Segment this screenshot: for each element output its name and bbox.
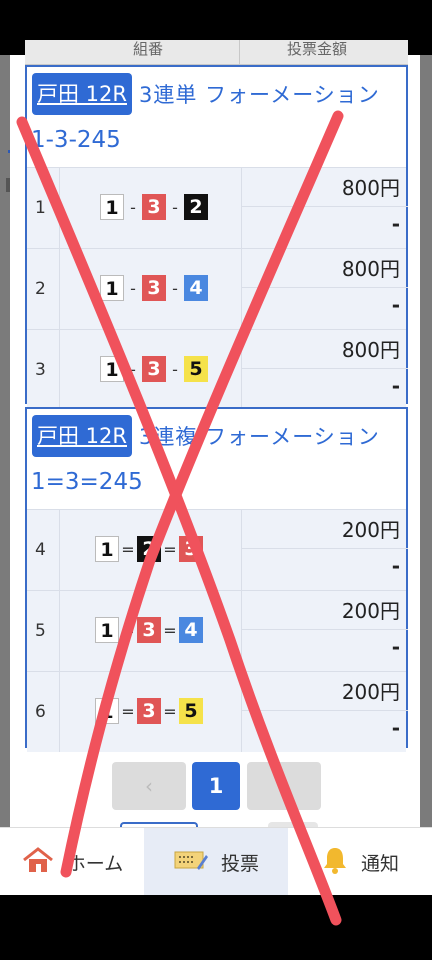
bottom-tab-bar: ホーム 投票 通知: [0, 827, 432, 896]
bet-amount: 800円: [341, 338, 400, 362]
separator: =: [121, 701, 135, 721]
pagination-prev-button[interactable]: ‹: [112, 762, 186, 810]
combination-boxes: 1 = 3 = 4: [95, 616, 203, 644]
boat-number: 4: [184, 275, 208, 301]
bet-amount: 800円: [341, 257, 400, 281]
boat-number: 3: [142, 275, 166, 301]
tab-vote[interactable]: 投票: [144, 828, 288, 896]
separator: -: [172, 359, 178, 379]
boat-number: 1: [100, 356, 124, 382]
payout-value: -: [391, 374, 400, 398]
ticket-pencil-icon: [173, 846, 209, 879]
separator: -: [130, 278, 136, 298]
boat-number: 2: [184, 194, 208, 220]
row-number: 1: [35, 198, 46, 218]
table-row: 6 1 = 3 = 5 200円 -: [27, 671, 408, 752]
payout-value: -: [391, 635, 400, 659]
bet-amount: 200円: [341, 518, 400, 542]
separator: -: [172, 197, 178, 217]
boat-number: 3: [142, 194, 166, 220]
table-row: 3 1 - 3 - 5 800円 -: [27, 329, 408, 410]
bet-combination: 1-3-245: [31, 127, 121, 153]
row-number: 3: [35, 360, 46, 380]
separator: -: [130, 359, 136, 379]
table-row: 5 1 = 3 = 4 200円 -: [27, 590, 408, 671]
tab-home-label: ホーム: [66, 852, 124, 875]
combination-boxes: 1 - 3 - 4: [100, 274, 208, 302]
boat-number: 1: [100, 275, 124, 301]
boat-number: 1: [95, 698, 119, 724]
table-row: 2 1 - 3 - 4 800円 -: [27, 248, 408, 329]
separator: =: [163, 701, 177, 721]
combination-boxes: 1 - 3 - 2: [100, 193, 208, 221]
system-navigation-area: [0, 895, 432, 960]
header-combo: 組番: [133, 40, 164, 58]
tab-notice-label: 通知: [360, 852, 399, 875]
separator: -: [172, 278, 178, 298]
bet-amount: 200円: [341, 599, 400, 623]
payout-value: -: [391, 212, 400, 236]
payout-value: -: [391, 716, 400, 740]
boat-number: 5: [179, 698, 203, 724]
boat-number: 1: [100, 194, 124, 220]
row-number: 4: [35, 540, 46, 560]
bet-group-header: 戸田 12R 3連単 フォーメーション 1-3-245: [27, 67, 406, 167]
boat-number: 5: [184, 356, 208, 382]
separator: =: [163, 620, 177, 640]
bell-icon: [321, 845, 349, 880]
boat-number: 3: [179, 536, 203, 562]
boat-number: 3: [142, 356, 166, 382]
tab-vote-label: 投票: [220, 852, 259, 875]
table-header: 組番 投票金額: [25, 40, 408, 65]
row-number: 2: [35, 279, 46, 299]
house-icon: [21, 846, 55, 879]
race-link[interactable]: 戸田 12R: [32, 73, 132, 115]
separator: =: [163, 539, 177, 559]
payout-value: -: [391, 293, 400, 317]
bet-type-title: 3連単 フォーメーション: [139, 83, 380, 107]
bet-amount: 200円: [341, 680, 400, 704]
bet-amount: 800円: [341, 176, 400, 200]
header-amount: 投票金額: [287, 40, 348, 58]
bet-group-sanrenpuku: 戸田 12R 3連複 フォーメーション 1=3=245 4 1 = 2 = 3 …: [25, 407, 408, 752]
bet-group-header: 戸田 12R 3連複 フォーメーション 1=3=245: [27, 409, 406, 509]
combination-boxes: 1 = 2 = 3: [95, 535, 203, 563]
payout-value: -: [391, 554, 400, 578]
combination-boxes: 1 - 3 - 5: [100, 355, 208, 383]
boat-number: 3: [137, 617, 161, 643]
row-number: 5: [35, 621, 46, 641]
boat-number: 3: [137, 698, 161, 724]
separator: =: [121, 620, 135, 640]
pagination-next-button[interactable]: ›: [247, 762, 321, 810]
table-row: 1 1 - 3 - 2 800円 -: [27, 167, 408, 248]
bet-combination: 1=3=245: [31, 469, 143, 495]
boat-number: 1: [95, 536, 119, 562]
boat-number: 2: [137, 536, 161, 562]
separator: -: [130, 197, 136, 217]
race-link[interactable]: 戸田 12R: [32, 415, 132, 457]
bet-type-title: 3連複 フォーメーション: [139, 425, 380, 449]
tab-notice[interactable]: 通知: [288, 828, 432, 896]
boat-number: 1: [95, 617, 119, 643]
table-row: 4 1 = 2 = 3 200円 -: [27, 509, 408, 590]
pagination-page-current[interactable]: 1: [192, 762, 240, 810]
bet-group-sanrentan: 戸田 12R 3連単 フォーメーション 1-3-245 1 1 - 3 - 2 …: [25, 65, 408, 410]
row-number: 6: [35, 702, 46, 722]
boat-number: 4: [179, 617, 203, 643]
separator: =: [121, 539, 135, 559]
tab-home[interactable]: ホーム: [0, 828, 144, 896]
combination-boxes: 1 = 3 = 5: [95, 697, 203, 725]
